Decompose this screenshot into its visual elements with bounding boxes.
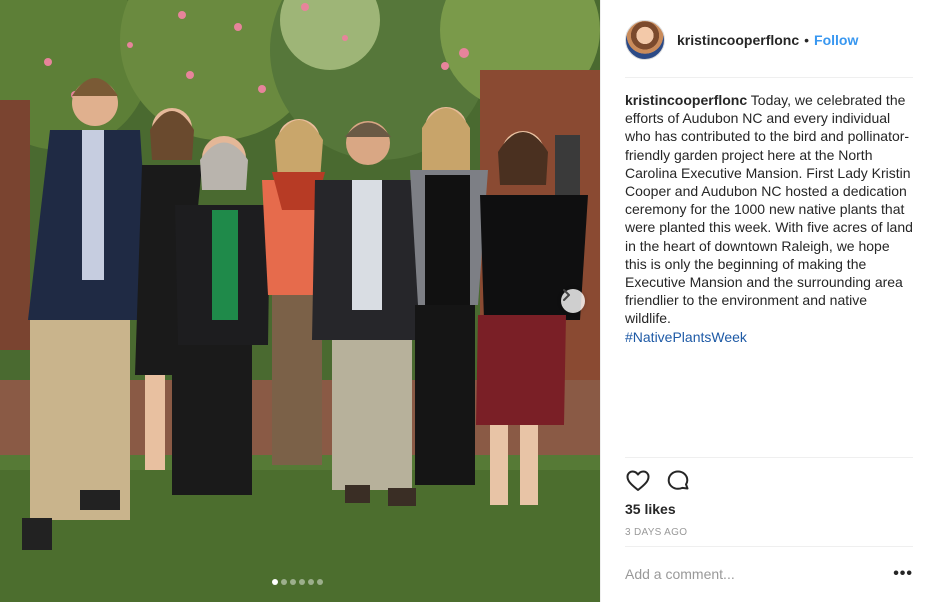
caption-text: Today, we celebrated the efforts of Audu… <box>625 92 913 327</box>
carousel-next-button[interactable] <box>561 289 585 313</box>
carousel-dot <box>317 579 323 585</box>
header-separator: • <box>804 32 810 48</box>
carousel-indicator <box>272 579 323 585</box>
post-header: kristincooperflonc • Follow <box>625 19 913 61</box>
post-actions <box>625 468 691 494</box>
post-photo[interactable] <box>0 0 600 602</box>
group-photo-illustration <box>0 0 600 602</box>
likes-count[interactable]: 35 likes <box>625 501 676 517</box>
avatar[interactable] <box>625 20 665 60</box>
carousel-dot <box>281 579 287 585</box>
caption-username-link[interactable]: kristincooperflonc <box>625 92 747 108</box>
post-caption: kristincooperflonc Today, we celebrated … <box>625 91 913 346</box>
carousel-dot <box>299 579 305 585</box>
speech-bubble-icon[interactable] <box>665 468 691 494</box>
heart-outline-icon[interactable] <box>625 468 651 494</box>
hashtag-link[interactable]: #NativePlantsWeek <box>625 329 747 345</box>
username-link[interactable]: kristincooperflonc <box>677 32 799 48</box>
comment-divider <box>625 546 913 547</box>
post-timestamp[interactable]: 3 DAYS AGO <box>625 527 687 538</box>
more-options-button[interactable]: ••• <box>893 565 913 583</box>
comment-bar: ••• <box>625 556 913 592</box>
comment-input[interactable] <box>625 566 893 582</box>
carousel-dot-active <box>272 579 278 585</box>
header-divider <box>625 77 913 78</box>
carousel-dot <box>290 579 296 585</box>
post-side-panel: kristincooperflonc • Follow kristincoope… <box>600 0 936 602</box>
carousel-dot <box>308 579 314 585</box>
chevron-right-icon <box>563 289 570 301</box>
follow-button[interactable]: Follow <box>814 32 858 48</box>
actions-divider <box>625 457 913 458</box>
